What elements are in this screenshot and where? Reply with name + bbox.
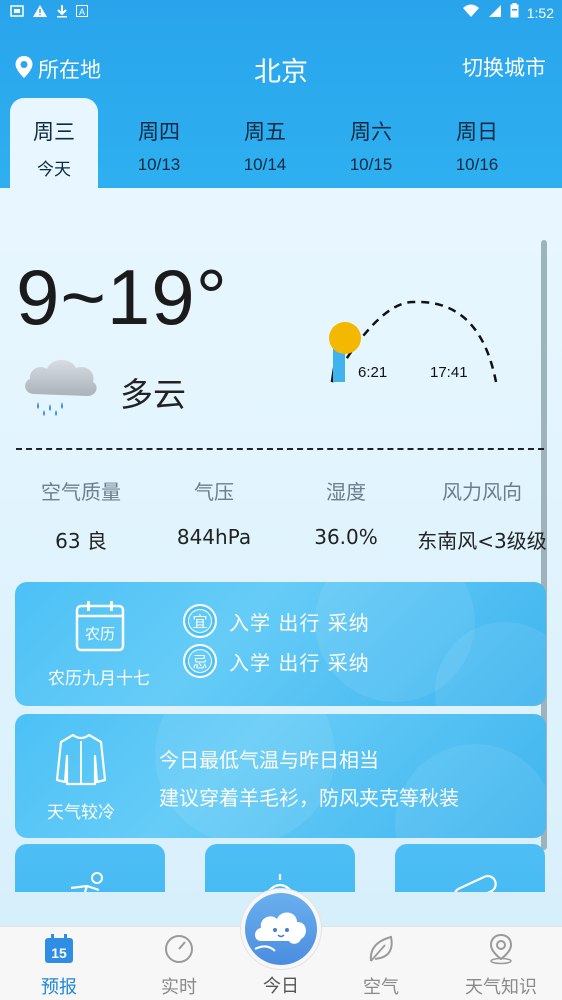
day-tab-date: 今天 bbox=[37, 160, 71, 179]
weather-condition: 多云 bbox=[120, 375, 186, 414]
stat-label: 气压 bbox=[194, 480, 234, 504]
gauge-icon bbox=[163, 933, 195, 965]
weather-stats: 空气质量 63 良 气压 844hPa 湿度 36.0% 风力风向 东南风<3级… bbox=[16, 476, 550, 556]
cloud-mascot-icon bbox=[245, 893, 317, 965]
auspicious-row: 宜 入学 出行 采纳 bbox=[183, 604, 370, 638]
day-tab-dow: 周日 bbox=[456, 120, 498, 144]
status-bar: A 1:52 bbox=[0, 0, 562, 26]
download-icon bbox=[56, 4, 68, 23]
coat-icon bbox=[55, 732, 107, 786]
nav-label: 天气知识 bbox=[465, 977, 537, 998]
lunar-date: 农历九月十七 bbox=[48, 669, 150, 689]
ji-badge: 忌 bbox=[183, 644, 217, 678]
ji-items: 入学 出行 采纳 bbox=[229, 650, 370, 675]
battery-icon bbox=[510, 3, 519, 22]
medicine-card[interactable] bbox=[395, 844, 545, 892]
signal-icon bbox=[488, 4, 502, 22]
stat-label: 风力风向 bbox=[442, 480, 522, 504]
wifi-icon bbox=[462, 4, 480, 22]
svg-text:A: A bbox=[79, 7, 85, 17]
stat-value: 63 良 bbox=[55, 529, 107, 553]
calendar-icon: 农历 bbox=[75, 600, 125, 652]
inauspicious-row: 忌 入学 出行 采纳 bbox=[183, 644, 370, 678]
stat-value: 844hPa bbox=[176, 525, 252, 549]
nav-label: 空气 bbox=[363, 977, 399, 998]
stat-pressure: 气压 844hPa bbox=[149, 476, 279, 549]
svg-text:15: 15 bbox=[51, 945, 67, 961]
stat-wind: 风力风向 东南风<3级级 bbox=[414, 476, 550, 554]
umbrella-card[interactable] bbox=[205, 844, 355, 892]
stat-value: 东南风<3级级 bbox=[417, 529, 547, 553]
sunrise-time: 6:21 bbox=[358, 364, 388, 381]
pill-icon bbox=[453, 874, 497, 892]
running-icon bbox=[70, 872, 103, 892]
dashed-divider bbox=[16, 448, 544, 450]
day-tab-date: 10/13 bbox=[137, 155, 181, 174]
day-tab-today[interactable]: 周三 今天 bbox=[10, 98, 98, 188]
yi-items: 入学 出行 采纳 bbox=[229, 610, 370, 635]
day-tab-date: 10/14 bbox=[243, 155, 287, 174]
svg-text:农历: 农历 bbox=[85, 625, 115, 643]
day-tab-dow: 周四 bbox=[138, 120, 180, 144]
clothing-suggestion: 建议穿着羊毛衫，防风夹克等秋装 bbox=[159, 786, 459, 810]
exercise-card[interactable] bbox=[15, 844, 165, 892]
clothing-level: 天气较冷 bbox=[47, 803, 115, 823]
day-tab-dow: 周六 bbox=[350, 120, 392, 144]
sun-icon bbox=[329, 322, 361, 354]
stat-humidity: 湿度 36.0% bbox=[281, 476, 411, 549]
nav-realtime[interactable]: 实时 bbox=[124, 927, 234, 1000]
nav-label-today: 今日 bbox=[263, 976, 299, 997]
forecast-content[interactable]: 9~19° 多云 6:21 17:41 空气质量 63 良 气压 844hPa … bbox=[0, 188, 562, 892]
warning-icon bbox=[32, 4, 48, 23]
nav-weather-knowledge[interactable]: 天气知识 bbox=[446, 927, 556, 1000]
clothing-temp-note: 今日最低气温与昨日相当 bbox=[159, 748, 379, 772]
day-tab-date: 10/15 bbox=[349, 155, 393, 174]
nav-label: 实时 bbox=[161, 977, 197, 998]
stat-label: 空气质量 bbox=[41, 480, 121, 504]
a-icon: A bbox=[76, 5, 88, 22]
map-pin-icon bbox=[485, 933, 517, 965]
nav-today-button[interactable] bbox=[240, 888, 322, 970]
nav-forecast[interactable]: 15 预报 bbox=[4, 927, 114, 1000]
clothing-advice-card[interactable]: 天气较冷 今日最低气温与昨日相当 建议穿着羊毛衫，防风夹克等秋装 bbox=[15, 714, 546, 838]
stat-value: 36.0% bbox=[314, 525, 378, 549]
app-header: 所在地 北京 切换城市 bbox=[0, 40, 562, 96]
stat-air-quality: 空气质量 63 良 bbox=[16, 476, 146, 554]
switch-city-button[interactable]: 切换城市 bbox=[462, 52, 546, 82]
sunset-time: 17:41 bbox=[430, 364, 468, 381]
temperature-range: 9~19° bbox=[16, 253, 228, 341]
nav-air[interactable]: 空气 bbox=[326, 927, 436, 1000]
day-tab-thursday[interactable]: 周四 10/13 bbox=[115, 98, 203, 188]
lunar-calendar-card[interactable]: 农历 农历九月十七 宜 入学 出行 采纳 忌 入学 出行 采纳 bbox=[15, 582, 546, 706]
nav-label: 预报 bbox=[41, 977, 77, 998]
sim-icon bbox=[10, 5, 24, 22]
cloudy-rain-icon bbox=[20, 352, 100, 418]
day-tab-saturday[interactable]: 周六 10/15 bbox=[327, 98, 415, 188]
day-tab-sunday[interactable]: 周日 10/16 bbox=[433, 98, 521, 188]
calendar-15-icon: 15 bbox=[43, 933, 75, 965]
day-tab-dow: 周三 bbox=[33, 120, 75, 144]
status-time: 1:52 bbox=[526, 4, 554, 21]
day-tab-date: 10/16 bbox=[455, 155, 499, 174]
sun-arc bbox=[320, 296, 510, 386]
leaf-icon bbox=[365, 933, 397, 965]
day-tab-friday[interactable]: 周五 10/14 bbox=[221, 98, 309, 188]
day-tabs: 周三 今天 周四 10/13 周五 10/14 周六 10/15 周日 10/1… bbox=[0, 98, 562, 188]
day-tab-dow: 周五 bbox=[244, 120, 286, 144]
yi-badge: 宜 bbox=[183, 604, 217, 638]
stat-label: 湿度 bbox=[326, 480, 366, 504]
